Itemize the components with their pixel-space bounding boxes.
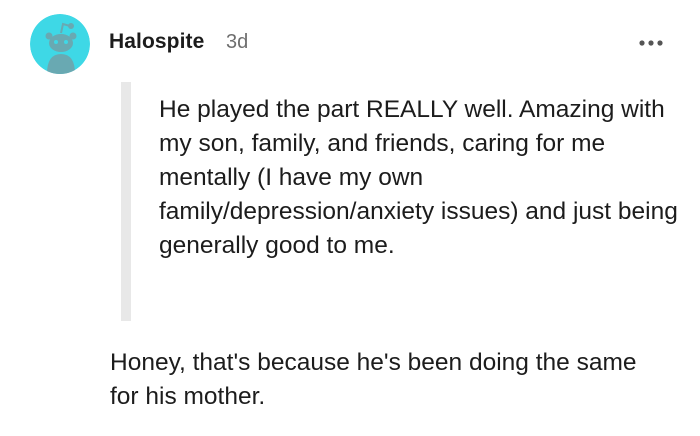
comment-timestamp: 3d: [226, 31, 249, 53]
more-options-icon: [639, 40, 663, 46]
avatar[interactable]: [30, 14, 90, 74]
snoo-avatar-icon: [30, 14, 90, 74]
more-options-button[interactable]: [636, 29, 668, 57]
quote-bar: [121, 82, 131, 321]
quoted-text: He played the part REALLY well. Amazing …: [159, 96, 678, 259]
comment-body: Honey, that's because he's been doing th…: [110, 349, 637, 410]
comment-author[interactable]: Halospite: [109, 30, 204, 54]
comment: Halospite 3d He played the part REALLY w…: [0, 0, 700, 436]
